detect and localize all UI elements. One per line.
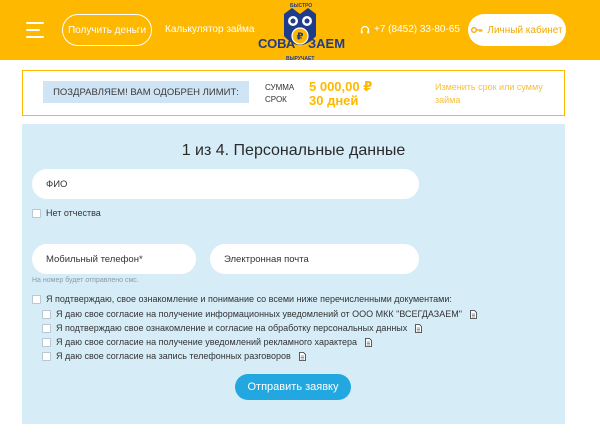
sum-label: СУММА bbox=[265, 83, 295, 92]
logo[interactable]: БЫСТРО ₽ СОВА ЗАЕМ ВЫРУЧАЕТ bbox=[248, 0, 352, 64]
change-terms-link[interactable]: Изменить срок или сумму займа bbox=[435, 81, 545, 107]
phone-link[interactable]: +7 (8452) 33-80-65 bbox=[360, 24, 460, 35]
consent-checkbox[interactable] bbox=[42, 337, 51, 347]
consent-label: Я подтверждаю свое ознакомление и соглас… bbox=[56, 323, 408, 333]
fio-input[interactable]: ФИО bbox=[32, 169, 419, 199]
approval-banner: ПОЗДРАВЛЯЕМ! ВАМ ОДОБРЕН ЛИМИТ: СУММА СР… bbox=[22, 70, 565, 116]
site-header: Получить деньги Калькулятор займа БЫСТРО… bbox=[0, 0, 600, 62]
term-label: СРОК bbox=[265, 95, 287, 104]
phone-number: +7 (8452) 33-80-65 bbox=[374, 24, 460, 35]
document-icon[interactable] bbox=[298, 351, 306, 361]
form-title: 1 из 4. Персональные данные bbox=[181, 142, 406, 159]
consent-checkbox[interactable] bbox=[42, 323, 51, 333]
get-money-button[interactable]: Получить деньги bbox=[62, 14, 152, 46]
calculator-link[interactable]: Калькулятор займа bbox=[165, 24, 255, 35]
personal-cabinet-label: Личный кабинет bbox=[487, 24, 563, 36]
consent-main-label: Я подтверждаю, свое ознакомление и поним… bbox=[46, 294, 452, 304]
document-icon[interactable] bbox=[365, 337, 372, 347]
consent-label: Я даю свое согласие на получение уведомл… bbox=[56, 337, 358, 347]
document-icon[interactable] bbox=[470, 309, 477, 319]
consent-checkbox[interactable] bbox=[42, 309, 51, 319]
consent-row: Я даю свое согласие на получение уведомл… bbox=[42, 337, 372, 347]
approval-badge: ПОЗДРАВЛЯЕМ! ВАМ ОДОБРЕН ЛИМИТ: bbox=[43, 81, 249, 103]
consent-row: Я даю свое согласие на получение информа… bbox=[42, 309, 477, 319]
logo-bottom-text: ВЫРУЧАЕТ bbox=[286, 56, 315, 62]
no-patronymic-checkbox[interactable] bbox=[32, 208, 41, 218]
consent-label: Я даю свое согласие на получение информа… bbox=[56, 309, 462, 319]
personal-data-form: 1 из 4. Персональные данные ФИО Нет отче… bbox=[22, 124, 565, 424]
document-icon[interactable] bbox=[415, 323, 423, 333]
key-icon bbox=[471, 27, 483, 33]
personal-cabinet-button[interactable]: Личный кабинет bbox=[468, 14, 566, 46]
no-patronymic-row: Нет отчества bbox=[32, 208, 101, 218]
submit-application-button[interactable]: Отправить заявку bbox=[235, 374, 351, 400]
logo-word-right: ЗАЕМ bbox=[308, 36, 346, 51]
svg-text:₽: ₽ bbox=[297, 32, 304, 43]
consent-label: Я даю свое согласие на запись телефонных… bbox=[56, 351, 291, 361]
sms-hint: На номер будет отправлено смс. bbox=[32, 277, 139, 284]
menu-icon[interactable] bbox=[26, 22, 44, 38]
consent-checkbox[interactable] bbox=[42, 351, 51, 361]
headset-icon bbox=[360, 25, 370, 33]
consent-main-checkbox[interactable] bbox=[32, 294, 41, 304]
phone-input[interactable]: Мобильный телефон* bbox=[32, 244, 196, 274]
term-value: 30 дней bbox=[309, 93, 359, 108]
consent-row: Я даю свое согласие на запись телефонных… bbox=[42, 351, 306, 361]
no-patronymic-label: Нет отчества bbox=[46, 208, 101, 218]
email-input[interactable]: Электронная почта bbox=[210, 244, 419, 274]
consent-main-row: Я подтверждаю, свое ознакомление и поним… bbox=[32, 294, 452, 304]
logo-word-left: СОВА bbox=[258, 36, 296, 51]
consent-row: Я подтверждаю свое ознакомление и соглас… bbox=[42, 323, 423, 333]
